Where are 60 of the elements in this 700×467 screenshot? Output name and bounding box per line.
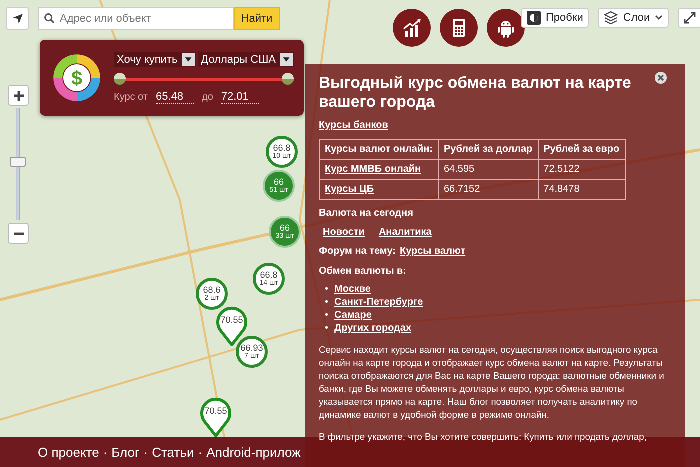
table-cell: 72.5122 <box>538 160 626 180</box>
section-heading: Обмен валюты в: <box>319 266 408 277</box>
footer-link[interactable]: О проекте <box>38 444 100 460</box>
bullet: • <box>325 296 329 309</box>
table-cell: 74.8478 <box>538 180 626 200</box>
close-icon <box>655 72 667 84</box>
search-field[interactable]: Адрес или объект <box>38 7 234 30</box>
bullet: • <box>325 283 329 296</box>
section-link[interactable]: Новости <box>323 227 365 238</box>
forum-label: Форум на тему: <box>319 246 396 257</box>
separator-dot: · <box>144 444 148 460</box>
separator-dot: · <box>103 444 108 460</box>
layers-icon <box>604 11 618 25</box>
column-header: Рублей за доллар <box>438 140 538 160</box>
close-button[interactable] <box>655 72 667 84</box>
city-link[interactable]: Санкт-Петербурге <box>334 296 424 309</box>
range-min-handle[interactable] <box>114 73 126 85</box>
column-header: Рублей за евро <box>538 140 626 160</box>
chart-icon <box>401 17 423 39</box>
description-text: В фильтре укажите, что Вы хотите совершить: Купить или продать доллар, <box>319 430 648 443</box>
layers-button[interactable]: Слои <box>598 8 670 28</box>
location-arrow-icon <box>12 12 24 24</box>
rate-to-input[interactable]: 72.01 <box>221 91 260 104</box>
city-link[interactable]: Других городах <box>334 322 412 335</box>
column-header: Курсы валют онлайн: <box>320 140 438 160</box>
find-button[interactable]: Найти <box>234 7 280 30</box>
footer-link[interactable]: Статьи <box>152 444 194 460</box>
panel-title: Выгодный курс обмена валют на карте вашего города <box>319 74 632 112</box>
bullet: • <box>325 322 329 335</box>
banks-link[interactable]: Курсы банков <box>319 120 388 131</box>
bullet: • <box>325 309 329 322</box>
fullscreen-button[interactable] <box>678 8 700 28</box>
traffic-button[interactable]: Пробки <box>521 8 590 28</box>
map-pin-marker[interactable]: 70.55 <box>200 395 232 437</box>
expand-icon <box>684 12 696 24</box>
currency-dropdown[interactable]: Доллары США <box>198 52 294 67</box>
zoom-out-button[interactable] <box>8 223 29 244</box>
table-cell: 64.595 <box>438 160 538 180</box>
section-link[interactable]: Аналитика <box>378 227 432 238</box>
search-icon <box>44 13 55 24</box>
range-max-handle[interactable] <box>282 73 294 85</box>
city-link[interactable]: Самаре <box>334 309 372 322</box>
forum-link[interactable]: Курсы валют <box>400 246 466 257</box>
action-dropdown[interactable]: Хочу купить <box>114 52 196 67</box>
description-text: Сервис находит курсы валют на сегодня, осуществляя поиск выгодного курса онлайн на карте города и отображает курс обмена валют на карте. Результаты поиска отображаются для Вас на карте Вашего города: валютные обменники и банки, где Вы можете обменять доллары и евро, курс обмена валюты указывается прямо на карте. Наш блог позволяет получать аналитику по динамике валют в удобной форме в режиме онлайн. <box>319 343 666 421</box>
separator-dot: · <box>198 444 203 460</box>
map-pin-marker[interactable]: 70.55 <box>216 304 248 346</box>
plus-icon <box>14 90 24 100</box>
zoom-in-button[interactable] <box>8 85 29 106</box>
footer-link[interactable]: Блог <box>112 444 140 460</box>
rate-from-input[interactable]: 65.48 <box>156 91 194 104</box>
chevron-down-icon <box>655 15 664 21</box>
table-cell: 66.7152 <box>438 180 538 200</box>
locate-button[interactable] <box>6 7 29 30</box>
zoom-slider-handle[interactable] <box>10 156 26 167</box>
footer-link[interactable]: Android-прилож <box>206 444 301 460</box>
city-link[interactable]: Москве <box>334 283 371 296</box>
rate-to-label: до <box>202 92 214 103</box>
section-heading: Валюта на сегодня <box>319 208 414 219</box>
rate-from-label: Курс от <box>114 92 148 103</box>
